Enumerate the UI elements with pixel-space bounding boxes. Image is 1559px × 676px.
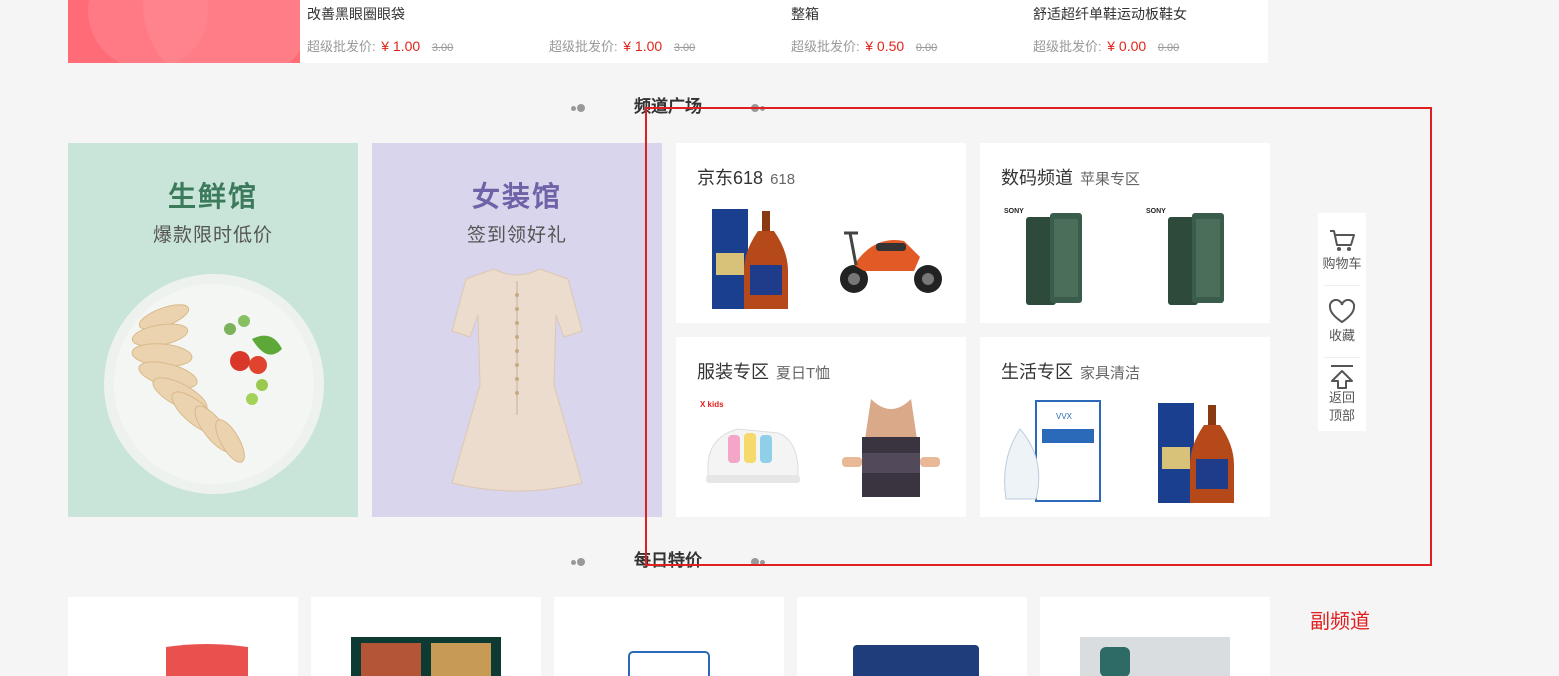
channel-name: 京东618 [697,168,764,188]
channel-title: 京东618 618 [697,164,795,190]
waist-brace-icon [842,399,940,497]
gift-box-icon [351,637,501,676]
top-product-2[interactable]: 超级批发价: ¥ 1.00 3.00 [549,0,779,63]
channel-name: 数码频道 [1001,168,1073,188]
sony-phone-icon: SONY [1004,208,1082,305]
face-mask-icon: VVX [1004,400,1101,502]
back-to-top-button[interactable]: 返回 顶部 [1318,363,1366,425]
cart-icon [1330,230,1355,251]
chicken-salad-plate-icon [104,274,324,494]
section-title-channel-square: 频道广场 [0,92,1336,118]
back-to-top-label-2: 顶部 [1328,408,1355,423]
price-row: 超级批发价: ¥ 1.00 3.00 [549,36,695,55]
cart-label: 购物车 [1322,256,1362,271]
channel-sub: 家具清洁 [1080,365,1141,382]
price-label: 超级批发价: [791,39,860,54]
price-old: 0.00 [1157,42,1180,54]
channel-card-jd618[interactable]: 京东618 618 [676,143,966,323]
price-row: 超级批发价: ¥ 1.00 3.00 [307,36,453,55]
channel-name: 生活专区 [1001,362,1073,382]
snack-bag-icon [166,644,248,676]
section-title-text: 每日特价 [634,551,702,570]
channel-title: 数码频道 苹果专区 [1001,164,1140,190]
liquor-bottle-icon [712,209,788,309]
favorite-button[interactable]: 收藏 [1318,299,1366,344]
channel-card-digital[interactable]: 数码频道 苹果专区 SONY SONY [980,143,1270,323]
dots-right-icon [750,98,765,118]
channel-card-living[interactable]: 生活专区 家具清洁 VVX [980,337,1270,517]
price-label: 超级批发价: [1033,39,1102,54]
price-row: 超级批发价: ¥ 0.00 0.00 [1033,36,1179,55]
price-now: ¥ 1.00 [381,38,421,54]
channel-card-clothing[interactable]: 服装专区 夏日T恤 X kids [676,337,966,517]
face-mask-box-icon [628,651,710,676]
dots-right-icon [750,552,765,572]
heart-icon [1328,299,1356,324]
float-toolbar: 购物车 收藏 返回 顶部 [1318,213,1366,431]
banner-title: 女装馆 [471,181,562,212]
banner-fresh-market[interactable]: 生鲜馆 爆款限时低价 [68,143,358,517]
liquor-bottle-icon [1158,403,1234,503]
price-old: 0.00 [915,42,938,54]
product-box-icon [853,645,979,676]
favorite-label: 收藏 [1328,328,1355,343]
channel-sub: 夏日T恤 [776,365,831,382]
price-label: 超级批发价: [549,39,618,54]
section-title-text: 频道广场 [634,97,702,116]
price-old: 3.00 [431,42,454,54]
daily-product-card[interactable] [554,597,784,676]
dots-left-icon [571,552,586,572]
dots-left-icon [571,98,586,118]
daily-product-card[interactable] [797,597,1027,676]
price-label: 超级批发价: [307,39,376,54]
sony-phone-icon: SONY [1146,208,1224,305]
banner-subtitle: 爆款限时低价 [152,225,273,246]
price-now: ¥ 1.00 [623,38,663,54]
banner-womens-wear[interactable]: 女装馆 签到领好礼 [372,143,662,517]
cart-button[interactable]: 购物车 [1318,227,1366,272]
top-product-4[interactable]: 舒适超纤单鞋运动板鞋女 超级批发价: ¥ 0.00 0.00 [1033,0,1263,63]
section-title-daily-special: 每日特价 [0,546,1336,572]
vacuum-cleaner-icon [1080,637,1230,676]
top-product-3[interactable]: 整箱 超级批发价: ¥ 0.50 0.00 [791,0,1021,63]
price-row: 超级批发价: ¥ 0.50 0.00 [791,36,937,55]
back-to-top-label-1: 返回 [1328,390,1355,405]
banner-subtitle: 签到领好礼 [466,225,567,246]
promo-image[interactable] [68,0,300,63]
price-old: 3.00 [673,42,696,54]
brand-label: SONY [1004,208,1024,215]
brand-label: VVX [1056,412,1073,421]
daily-product-card[interactable] [311,597,541,676]
top-product-1[interactable]: 改善黑眼圈眼袋 超级批发价: ¥ 1.00 3.00 [307,0,537,63]
price-now: ¥ 0.50 [865,38,905,54]
channel-title: 服装专区 夏日T恤 [697,358,830,384]
banner-title: 生鲜馆 [167,181,258,212]
brand-label: SONY [1146,208,1166,215]
brand-label: X kids [700,400,724,409]
subchannel-annotation: 副频道 [1310,611,1370,633]
kids-sneaker-icon: X kids [700,400,800,483]
back-to-top-icon [1331,365,1353,389]
channel-sub: 618 [770,171,796,188]
product-name[interactable]: 舒适超纤单鞋运动板鞋女 [1033,4,1253,24]
top-product-strip: 改善黑眼圈眼袋 超级批发价: ¥ 1.00 3.00 超级批发价: ¥ 1.00… [68,0,1268,63]
electric-scooter-icon [840,231,942,293]
dress-icon [451,268,583,492]
product-name[interactable]: 整箱 [791,4,1011,24]
product-name[interactable]: 改善黑眼圈眼袋 [307,4,527,24]
channel-title: 生活专区 家具清洁 [1001,358,1140,384]
daily-product-card[interactable] [68,597,298,676]
daily-product-card[interactable] [1040,597,1270,676]
channel-sub: 苹果专区 [1080,171,1141,188]
channel-name: 服装专区 [697,362,769,382]
price-now: ¥ 0.00 [1107,38,1147,54]
